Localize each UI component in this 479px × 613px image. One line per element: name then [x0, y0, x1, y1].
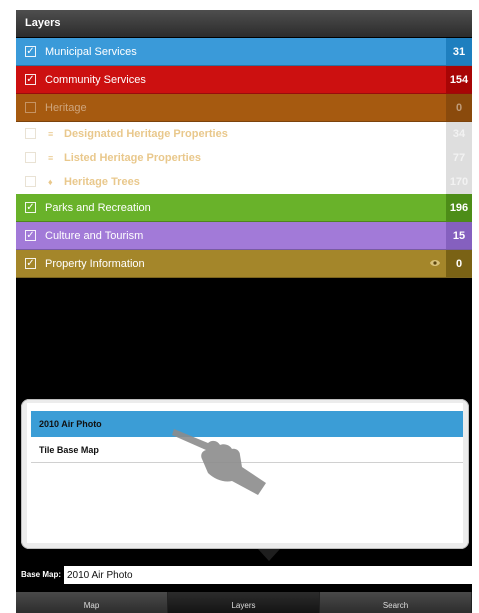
layer-count-badge: 0 [446, 94, 472, 121]
layer-checkbox[interactable]: ✓ [25, 202, 36, 213]
layer-count-badge: 170 [446, 170, 472, 194]
layer-checkbox[interactable] [25, 152, 36, 163]
layer-checkbox[interactable]: ✓ [25, 74, 36, 85]
layers-list: ✓ Municipal Services 31 ✓ Community Services… [16, 38, 472, 278]
layer-row[interactable]: Heritage 0 [16, 94, 472, 122]
layer-checkbox[interactable]: ✓ [25, 46, 36, 57]
layer-label: Community Services [45, 74, 146, 86]
layer-count-badge: 31 [446, 38, 472, 65]
tab-bar: Map Layers Search [16, 592, 472, 613]
header-title: Layers [25, 17, 61, 29]
basemap-bar: Base Map: [16, 563, 472, 588]
layer-label: Heritage Trees [64, 176, 140, 188]
app-window: Layers ✓ Municipal Services 31 ✓ Community S… [16, 10, 472, 613]
layer-checkbox[interactable] [25, 128, 36, 139]
layer-label: Property Information [45, 258, 145, 270]
layer-row[interactable]: ✓ Culture and Tourism 15 [16, 222, 472, 250]
layer-checkbox[interactable]: ✓ [25, 258, 36, 269]
layer-count-badge: 0 [446, 250, 472, 277]
layer-label: Heritage [45, 102, 87, 114]
layer-label: Designated Heritage Properties [64, 128, 228, 140]
layer-count-badge: 154 [446, 66, 472, 93]
layer-count-badge: 77 [446, 146, 472, 170]
popover-arrow [258, 549, 280, 561]
layer-row[interactable]: ♦ Heritage Trees 170 [16, 170, 472, 194]
layer-row[interactable]: ≡ Listed Heritage Properties 77 [16, 146, 472, 170]
layer-count-badge: 15 [446, 222, 472, 249]
tab-map[interactable]: Map [16, 592, 168, 613]
heritage-marker-icon: ≡ [48, 153, 54, 163]
layer-label: Culture and Tourism [45, 230, 144, 242]
layer-checkbox[interactable] [25, 102, 36, 113]
layers-header: Layers [16, 10, 472, 37]
layer-label: Municipal Services [45, 46, 137, 58]
tab-layers[interactable]: Layers [168, 592, 320, 613]
layer-checkbox[interactable]: ✓ [25, 230, 36, 241]
heritage-marker-icon: ≡ [48, 129, 54, 139]
layer-row[interactable]: ≡ Designated Heritage Properties 34 [16, 122, 472, 146]
eye-icon[interactable] [430, 259, 440, 267]
heritage-marker-icon: ♦ [48, 177, 53, 187]
layer-count-badge: 196 [446, 194, 472, 221]
layer-row[interactable]: ✓ Property Information 0 [16, 250, 472, 278]
layer-row[interactable]: ✓ Municipal Services 31 [16, 38, 472, 66]
layer-label: Listed Heritage Properties [64, 152, 201, 164]
layer-checkbox[interactable] [25, 176, 36, 187]
layer-row[interactable]: ✓ Parks and Recreation 196 [16, 194, 472, 222]
layer-label: Parks and Recreation [45, 202, 151, 214]
basemap-label: Base Map: [21, 570, 62, 579]
basemap-input[interactable] [64, 566, 472, 584]
layer-row[interactable]: ✓ Community Services 154 [16, 66, 472, 94]
pointing-hand-icon [172, 429, 266, 495]
layer-count-badge: 34 [446, 122, 472, 146]
tab-search[interactable]: Search [320, 592, 472, 613]
